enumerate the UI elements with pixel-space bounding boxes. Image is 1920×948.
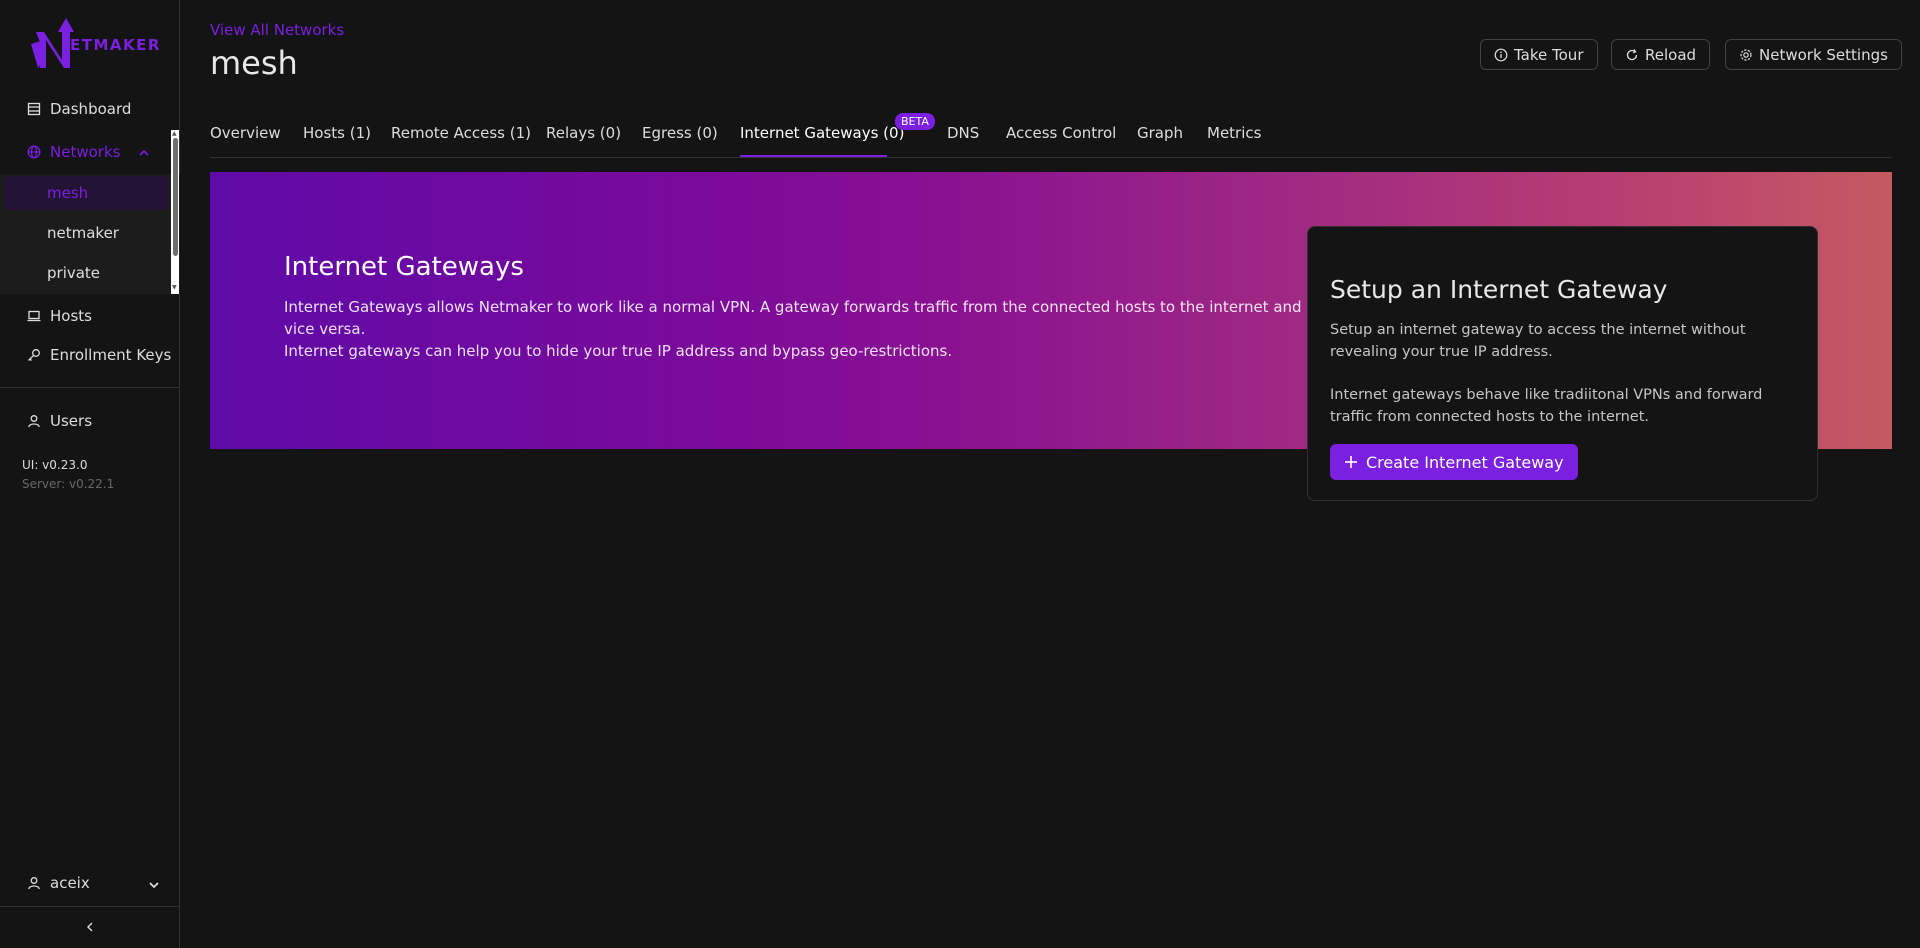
setup-gateway-card: Setup an Internet Gateway Setup an inter… [1307,226,1818,501]
sidebar: ETMAKER Dashboard Networks mesh netmaker… [0,0,180,948]
ui-version: UI: v0.23.0 [22,458,88,472]
sidebar-item-networks[interactable]: Networks [0,132,180,172]
sidebar-item-label: Enrollment Keys [50,346,172,364]
sidebar-network-netmaker[interactable]: netmaker [4,216,168,250]
tab-metrics[interactable]: Metrics [1207,124,1261,142]
sidebar-item-label: Users [50,412,93,430]
sidebar-item-label: Networks [50,143,121,161]
card-title: Setup an Internet Gateway [1330,275,1668,304]
sidebar-divider [0,387,180,388]
network-tabs: Overview Hosts (1) Remote Access (1) Rel… [210,110,1892,158]
scroll-down-icon[interactable]: ▼ [172,284,177,291]
user-icon [26,413,42,429]
sidebar-network-mesh[interactable]: mesh [4,176,168,210]
tab-internet-gateways[interactable]: Internet Gateways (0) [740,124,904,142]
banner-description: Internet Gateways allows Netmaker to wor… [284,296,1324,362]
page-title: mesh [210,44,298,82]
chevron-down-icon [148,877,160,895]
sidebar-item-users[interactable]: Users [0,401,180,441]
globe-icon [26,144,42,160]
chevron-up-icon [138,145,150,163]
sidebar-item-hosts[interactable]: Hosts [0,296,180,336]
take-tour-button[interactable]: Take Tour [1480,39,1598,70]
sidebar-item-enrollment-keys[interactable]: Enrollment Keys [0,335,180,375]
plus-icon [1344,455,1358,469]
take-tour-label: Take Tour [1514,45,1584,64]
dashboard-icon [26,101,42,117]
collapse-sidebar-button[interactable] [0,906,180,948]
tab-hosts[interactable]: Hosts (1) [303,124,371,142]
submenu-scrollbar[interactable]: ▲ ▼ [171,130,179,294]
banner-title: Internet Gateways [284,252,524,282]
beta-badge: BETA [895,113,935,130]
create-internet-gateway-button[interactable]: Create Internet Gateway [1330,444,1578,480]
scrollbar-thumb[interactable] [173,138,178,256]
scroll-up-icon[interactable]: ▲ [172,130,177,137]
logo-text: ETMAKER [70,36,161,54]
reload-icon [1625,48,1639,62]
active-tab-indicator [740,155,887,157]
banner-line-2: Internet gateways can help you to hide y… [284,342,953,360]
breadcrumb-view-all-networks[interactable]: View All Networks [210,21,344,39]
server-version: Server: v0.22.1 [22,477,115,491]
reload-button[interactable]: Reload [1611,39,1711,70]
netmaker-logo[interactable]: ETMAKER [28,14,161,72]
sidebar-item-label: Hosts [50,307,92,325]
tab-overview[interactable]: Overview [210,124,281,142]
main-content: View All Networks mesh Take Tour Reload … [180,0,1920,948]
username: aceix [50,874,90,892]
create-button-label: Create Internet Gateway [1366,452,1564,472]
chevron-left-icon [84,918,96,937]
card-paragraph-1: Setup an internet gateway to access the … [1330,322,1746,360]
tab-remote-access[interactable]: Remote Access (1) [391,124,531,142]
sidebar-item-dashboard[interactable]: Dashboard [0,89,180,129]
laptop-icon [26,308,42,324]
networks-submenu: mesh netmaker private [0,174,180,294]
tab-dns[interactable]: DNS [947,124,979,142]
reload-label: Reload [1645,45,1697,64]
info-icon [1494,48,1508,62]
user-icon [26,875,42,891]
tab-graph[interactable]: Graph [1137,124,1183,142]
tab-relays[interactable]: Relays (0) [546,124,621,142]
card-paragraph-2: Internet gateways behave like tradiitona… [1330,387,1763,425]
network-settings-button[interactable]: Network Settings [1725,39,1902,70]
gear-icon [1739,48,1753,62]
network-settings-label: Network Settings [1759,45,1888,64]
sidebar-item-label: Dashboard [50,100,132,118]
tab-access-control[interactable]: Access Control [1006,124,1116,142]
key-icon [26,347,42,363]
user-menu[interactable]: aceix [0,863,180,903]
banner-line-1: Internet Gateways allows Netmaker to wor… [284,298,1302,338]
tab-egress[interactable]: Egress (0) [642,124,718,142]
sidebar-network-private[interactable]: private [4,256,168,290]
